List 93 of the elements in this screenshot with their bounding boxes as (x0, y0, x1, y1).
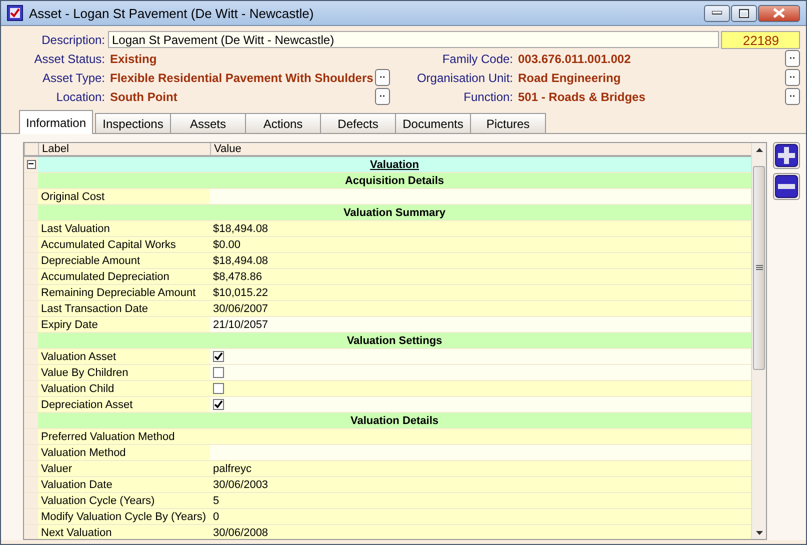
checkbox[interactable] (213, 383, 224, 394)
section-heading: Valuation Details (38, 413, 751, 428)
value-cell[interactable] (210, 397, 751, 412)
value-cell[interactable] (210, 349, 751, 364)
field-label: Description: (40, 32, 105, 46)
tab[interactable]: Documents (395, 113, 471, 133)
value-cell[interactable]: 30/06/2008 (210, 525, 751, 539)
minus-icon (775, 175, 798, 198)
field-value: 501 - Roads & Bridges (517, 90, 646, 104)
value-cell[interactable]: 0 (210, 509, 751, 524)
description-field[interactable]: Logan St Pavement (De Witt - Newcastle) (108, 31, 719, 48)
value-cell[interactable] (210, 381, 751, 396)
tab[interactable]: Actions (245, 113, 321, 133)
maximize-icon (739, 8, 749, 18)
property-label: Valuation Method (38, 445, 210, 460)
field-label: Asset Status: (33, 52, 105, 66)
close-icon (773, 8, 785, 18)
checkbox[interactable] (213, 351, 224, 362)
field-value: 003.676.011.001.002 (517, 52, 632, 66)
scroll-down-icon[interactable] (756, 531, 762, 535)
lookup-button[interactable]: ·· (785, 69, 800, 86)
field-label: Location: (55, 90, 105, 104)
app-icon (7, 5, 23, 21)
value-cell[interactable] (210, 189, 751, 204)
property-label: Valuer (38, 461, 210, 476)
section-heading: Acquisition Details (38, 173, 751, 188)
lookup-button[interactable]: ·· (375, 69, 390, 86)
window-title: Asset - Logan St Pavement (De Witt - Newcastle) (29, 6, 315, 20)
column-header: Label (38, 143, 210, 155)
value-cell[interactable]: $18,494.08 (210, 253, 751, 268)
field-value: Road Engineering (517, 70, 622, 84)
property-label: Accumulated Capital Works (38, 237, 210, 252)
section-heading: Valuation Summary (38, 205, 751, 220)
value-cell[interactable]: $8,478.86 (210, 269, 751, 284)
scroll-thumb[interactable] (753, 166, 765, 370)
property-label: Remaining Depreciable Amount (38, 285, 210, 300)
property-label: Next Valuation (38, 525, 210, 539)
collapse-toggle[interactable]: − (26, 160, 36, 169)
field-label: Family Code: (441, 52, 513, 66)
property-label: Original Cost (38, 189, 210, 204)
value-cell[interactable]: 21/10/2057 (210, 317, 751, 332)
value-cell[interactable] (210, 429, 751, 444)
plus-icon (775, 144, 798, 167)
property-label: Valuation Asset (38, 349, 210, 364)
value-cell[interactable]: 30/06/2007 (210, 301, 751, 316)
tab[interactable]: Defects (320, 113, 396, 133)
lookup-button[interactable]: ·· (785, 50, 800, 67)
checkbox[interactable] (213, 399, 224, 410)
property-label: Accumulated Depreciation (38, 269, 210, 284)
value-cell[interactable]: $0.00 (210, 237, 751, 252)
tab[interactable]: Pictures (470, 113, 546, 133)
close-button[interactable] (758, 4, 800, 22)
property-label: Valuation Child (38, 381, 210, 396)
property-label: Depreciable Amount (38, 253, 210, 268)
add-button[interactable] (773, 142, 800, 169)
section-heading: Valuation Settings (38, 333, 751, 348)
field-value: Existing (109, 52, 158, 66)
tab[interactable]: Inspections (95, 113, 171, 133)
field-label: Asset Type: (42, 70, 105, 84)
value-cell[interactable] (210, 445, 751, 460)
value-cell[interactable]: $18,494.08 (210, 221, 751, 236)
group-heading: Valuation (38, 157, 751, 172)
property-label: Last Valuation (38, 221, 210, 236)
value-cell[interactable]: palfreyc (210, 461, 751, 476)
scrollbar[interactable] (751, 143, 766, 539)
property-label: Preferred Valuation Method (38, 429, 210, 444)
property-label: Last Transaction Date (38, 301, 210, 316)
tab[interactable]: Assets (170, 113, 246, 133)
value-cell[interactable]: $10,015.22 (210, 285, 751, 300)
scroll-up-icon[interactable] (756, 148, 762, 152)
checkbox[interactable] (213, 367, 224, 378)
asset-id: 22189 (721, 30, 800, 48)
remove-button[interactable] (773, 173, 800, 200)
property-label: Modify Valuation Cycle By (Years) (38, 509, 210, 524)
property-label: Expiry Date (38, 317, 210, 332)
property-label: Valuation Date (38, 477, 210, 492)
property-label: Value By Children (38, 365, 210, 380)
value-cell[interactable]: 30/06/2003 (210, 477, 751, 492)
maximize-button[interactable] (731, 4, 757, 22)
grip-icon (756, 265, 762, 271)
field-value: South Point (109, 90, 178, 104)
lookup-button[interactable]: ·· (375, 88, 390, 105)
field-label: Function: (462, 90, 513, 104)
value-cell[interactable] (210, 365, 751, 380)
minimize-button[interactable] (704, 4, 730, 22)
property-label: Valuation Cycle (Years) (38, 493, 210, 508)
minimize-icon (712, 11, 722, 15)
value-cell[interactable]: 5 (210, 493, 751, 508)
tab[interactable]: Information (19, 110, 93, 134)
field-label: Organisation Unit: (416, 70, 513, 84)
property-label: Depreciation Asset (38, 397, 210, 412)
field-value: Flexible Residential Pavement With Shoulders (109, 70, 374, 84)
lookup-button[interactable]: ·· (785, 88, 800, 105)
